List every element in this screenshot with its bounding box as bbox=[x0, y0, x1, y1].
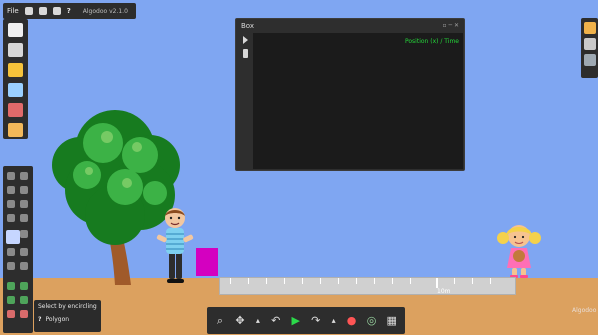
status-row: Select by encircling bbox=[38, 303, 97, 310]
status-row: ? Polygon bbox=[38, 316, 97, 323]
box-graph-panel: Box ▫ ─ ✕ Position (x) / Time bbox=[235, 18, 465, 171]
left-toolbar bbox=[3, 19, 28, 139]
tool-icon[interactable] bbox=[20, 172, 28, 180]
tool-icon[interactable] bbox=[7, 310, 15, 318]
graph-axis-label: Position (x) / Time bbox=[404, 38, 459, 45]
ruler-tick bbox=[266, 278, 267, 284]
tool-icon[interactable] bbox=[20, 200, 28, 208]
status-popover: Select by encircling ? Polygon bbox=[34, 300, 101, 332]
file-menu[interactable]: File bbox=[7, 7, 19, 15]
tool-palette bbox=[3, 166, 33, 333]
ruler-tick bbox=[454, 278, 455, 284]
person-icon[interactable] bbox=[8, 103, 23, 117]
ruler-tick bbox=[490, 278, 491, 284]
current-tool-label: Polygon bbox=[45, 316, 70, 323]
chevron-up-icon[interactable]: ▴ bbox=[255, 314, 261, 328]
panel-side-icons bbox=[238, 33, 252, 169]
tool-icon[interactable] bbox=[20, 248, 28, 256]
help-button[interactable]: ? bbox=[67, 7, 71, 15]
help-icon[interactable]: ? bbox=[38, 316, 41, 323]
tool-icon[interactable] bbox=[20, 282, 28, 290]
tool-icon[interactable] bbox=[20, 310, 28, 318]
graph-canvas: Position (x) / Time bbox=[253, 33, 463, 169]
physics-icon[interactable]: ◎ bbox=[367, 314, 377, 328]
tool-icon[interactable] bbox=[20, 186, 28, 194]
ruler-tick bbox=[338, 278, 339, 284]
tool-icon[interactable] bbox=[20, 214, 28, 222]
pan-icon[interactable]: ✥ bbox=[235, 314, 245, 328]
window-controls[interactable]: ▫ ─ ✕ bbox=[442, 22, 459, 29]
tool-icon[interactable] bbox=[20, 262, 28, 270]
folder-icon[interactable] bbox=[8, 63, 23, 77]
panel-tools-icon[interactable] bbox=[238, 33, 252, 63]
undo-icon[interactable]: ↶ bbox=[271, 314, 281, 328]
record-icon[interactable]: ● bbox=[347, 314, 357, 328]
ruler-major-tick bbox=[436, 278, 438, 288]
notes-icon[interactable] bbox=[8, 123, 23, 137]
play-icon[interactable]: ▶ bbox=[291, 314, 301, 328]
ruler-tick bbox=[410, 278, 411, 284]
ruler-tick bbox=[302, 278, 303, 284]
man-character bbox=[156, 208, 194, 283]
tool-icon[interactable] bbox=[7, 186, 15, 194]
new-scene-icon[interactable] bbox=[8, 23, 23, 37]
magenta-box[interactable] bbox=[196, 248, 218, 276]
tool-icon[interactable] bbox=[7, 200, 15, 208]
redo-icon[interactable]: ↷ bbox=[311, 314, 321, 328]
corner-logo: Algodoo bbox=[572, 307, 597, 314]
distance-ruler bbox=[219, 277, 516, 295]
tool-icon[interactable] bbox=[7, 282, 15, 290]
zoom-icon[interactable]: ⌕ bbox=[215, 314, 225, 328]
ruler-tick bbox=[230, 278, 231, 284]
selected-tool-highlight[interactable] bbox=[6, 230, 20, 244]
ruler-tick bbox=[472, 278, 473, 284]
grid-icon[interactable]: ▦ bbox=[387, 314, 397, 328]
tool-icon[interactable] bbox=[7, 262, 15, 270]
ruler-tick bbox=[374, 278, 375, 284]
chevron-up-icon[interactable]: ▴ bbox=[331, 314, 337, 328]
ruler-label: 10m bbox=[437, 288, 451, 295]
tool-icon[interactable] bbox=[7, 172, 15, 180]
bottom-controls: ⌕ ✥ ▴ ↶ ▶ ↷ ▴ ● ◎ ▦ bbox=[207, 307, 405, 334]
ruler-tick bbox=[356, 278, 357, 284]
tool-icon[interactable] bbox=[20, 230, 28, 238]
cake-icon[interactable] bbox=[8, 83, 23, 97]
right-toolbar bbox=[581, 18, 598, 78]
girl-character bbox=[497, 225, 541, 278]
app-title: Algodoo v2.1.0 bbox=[82, 7, 128, 15]
scene: File ? Algodoo v2.1.0 Select by encircli… bbox=[0, 0, 598, 335]
camera-icon[interactable] bbox=[38, 7, 47, 15]
ruler-tick bbox=[392, 278, 393, 284]
selection-hint: Select by encircling bbox=[38, 303, 97, 310]
ruler-tick bbox=[284, 278, 285, 284]
tool-icon[interactable] bbox=[20, 296, 28, 304]
panel-title: Box bbox=[241, 22, 255, 30]
ruler-tick bbox=[248, 278, 249, 284]
tool-icon[interactable] bbox=[7, 214, 15, 222]
palette-icon[interactable] bbox=[583, 38, 596, 50]
open-icon[interactable] bbox=[8, 43, 23, 57]
save-icon[interactable] bbox=[52, 7, 61, 15]
tool-icon[interactable] bbox=[7, 248, 15, 256]
options-icon[interactable] bbox=[24, 7, 33, 15]
top-menu-bar: File ? Algodoo v2.1.0 bbox=[3, 3, 136, 19]
tool-icon[interactable] bbox=[7, 296, 15, 304]
ruler-tick bbox=[320, 278, 321, 284]
settings-icon[interactable] bbox=[583, 54, 596, 66]
layers-icon[interactable] bbox=[583, 22, 596, 34]
